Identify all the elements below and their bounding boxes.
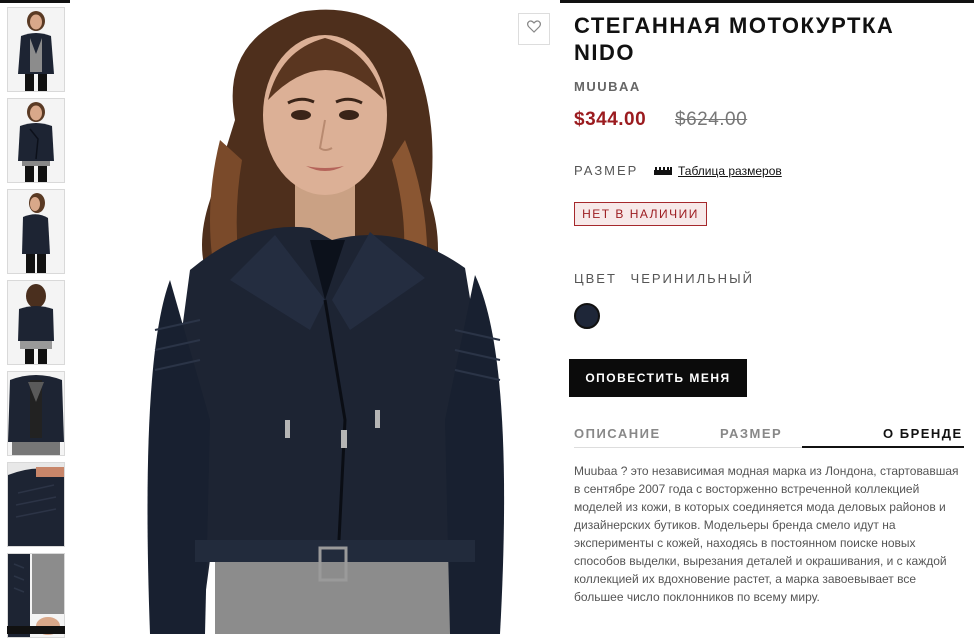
thumbnail-gallery [7,7,65,644]
size-label: РАЗМЕР [574,163,639,178]
brand-name[interactable]: MUUBAA [574,79,641,94]
stock-status-badge: НЕТ В НАЛИЧИИ [574,202,707,226]
thumbnail-front-closed[interactable] [7,98,65,183]
brand-description: Muubaa ? это независимая модная марка из… [574,464,959,604]
thumbnail-partial[interactable] [7,626,65,634]
color-label: ЦВЕТ [574,271,617,286]
color-swatch-ink[interactable] [574,303,600,329]
wishlist-button[interactable] [518,13,550,45]
size-chart-label: Таблица размеров [678,164,782,178]
color-row: ЦВЕТ ЧЕРИНИЛЬНЫЙ [574,271,762,286]
thumbnail-side[interactable] [7,189,65,274]
heart-icon [527,20,541,38]
main-product-image [70,0,560,634]
notify-me-button[interactable]: ОПОВЕСТИТЬ МЕНЯ [569,359,747,397]
tab-description[interactable]: ОПИСАНИЕ [574,426,661,441]
thumbnail-front[interactable] [7,7,65,92]
product-title: СТЕГАННАЯ МОТОКУРТКА NIDO [574,13,895,65]
product-tabs: ОПИСАНИЕ РАЗМЕР О БРЕНДЕ [574,420,964,448]
active-tab-indicator [802,446,964,448]
tab-size[interactable]: РАЗМЕР [720,426,782,441]
sale-price: $344.00 [574,109,647,130]
original-price: $624.00 [675,109,748,130]
thumbnail-detail-shoulder[interactable] [7,462,65,547]
thumbnail-detail-front[interactable] [7,371,65,456]
size-chart-link[interactable]: Таблица размеров [654,162,782,180]
color-value: ЧЕРИНИЛЬНЫЙ [630,271,754,286]
ruler-icon [654,162,672,180]
tab-about-brand[interactable]: О БРЕНДЕ [883,426,963,441]
thumbnail-back[interactable] [7,280,65,365]
